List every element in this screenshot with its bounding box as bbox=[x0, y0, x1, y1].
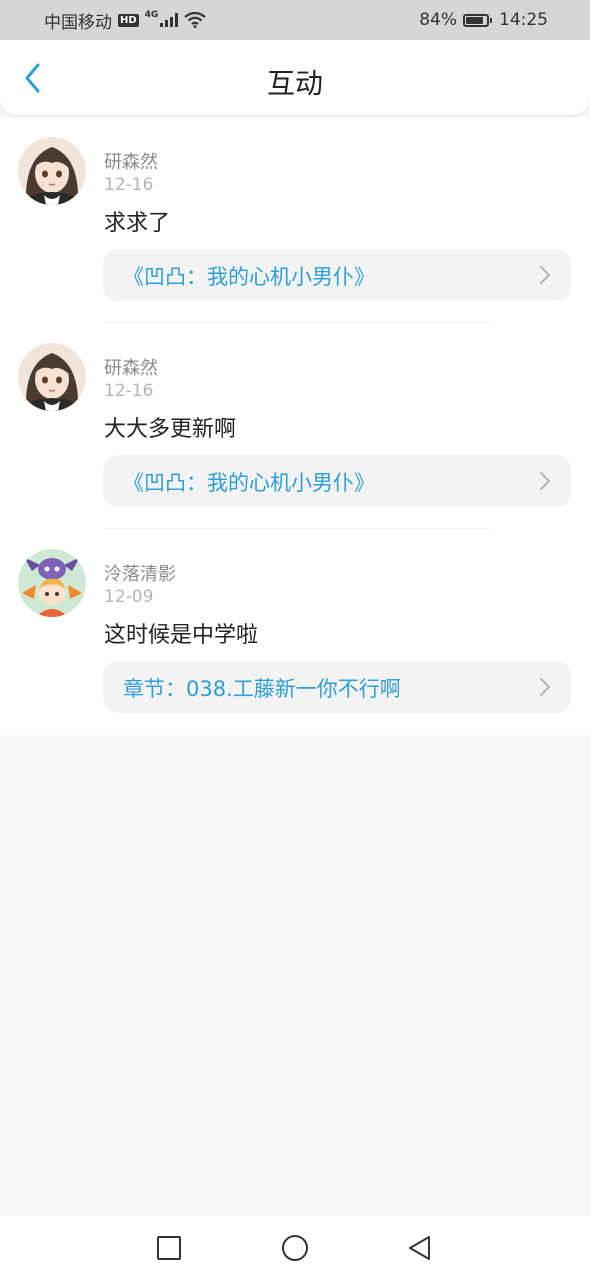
reference-title: 《凹凸：我的心机小男仆》 bbox=[123, 265, 375, 289]
book-reference-link[interactable]: 《凹凸：我的心机小男仆》 bbox=[103, 249, 571, 301]
clock: 14:25 bbox=[499, 10, 548, 30]
comment-text: 大大多更新啊 bbox=[104, 417, 237, 442]
avatar-anime-characters-image bbox=[18, 549, 86, 617]
signal-icon bbox=[160, 13, 179, 27]
network-type: 4G bbox=[144, 10, 159, 20]
comment-date: 12-16 bbox=[104, 381, 154, 401]
avatar-girl-image bbox=[18, 137, 86, 205]
chevron-right-icon bbox=[540, 678, 550, 696]
avatar[interactable] bbox=[18, 343, 86, 411]
battery-icon bbox=[463, 13, 492, 27]
comment-date: 12-09 bbox=[104, 587, 154, 607]
nav-back-button[interactable] bbox=[405, 1233, 435, 1263]
comment-text: 求求了 bbox=[104, 211, 171, 236]
chevron-right-icon bbox=[540, 472, 550, 490]
reference-title: 《凹凸：我的心机小男仆》 bbox=[123, 471, 375, 495]
username: 研森然 bbox=[104, 152, 158, 173]
recents-button[interactable] bbox=[154, 1233, 184, 1263]
battery-fill bbox=[466, 16, 483, 24]
page-title: 互动 bbox=[266, 67, 323, 100]
wifi-icon bbox=[184, 12, 207, 28]
system-nav-bar bbox=[0, 1216, 590, 1280]
reference-title: 章节：038.工藤新一你不行啊 bbox=[123, 677, 401, 701]
header: 互动 bbox=[0, 40, 590, 115]
battery-percent: 84% bbox=[419, 10, 457, 30]
comment-list: 研森然 12-16 求求了 《凹凸：我的心机小男仆》 研森然 12-16 大大多… bbox=[0, 117, 590, 735]
chapter-reference-link[interactable]: 章节：038.工藤新一你不行啊 bbox=[103, 661, 571, 713]
book-reference-link[interactable]: 《凹凸：我的心机小男仆》 bbox=[103, 455, 571, 507]
screen: 中国移动 HD 4G 84% 14:25 互动 研森然 12-16 求求了 《凹… bbox=[0, 0, 590, 1280]
status-left: 中国移动 HD 4G bbox=[44, 8, 207, 33]
hd-badge: HD bbox=[118, 13, 139, 27]
avatar[interactable] bbox=[18, 549, 86, 617]
comment-item: 研森然 12-16 求求了 《凹凸：我的心机小男仆》 bbox=[0, 117, 590, 323]
status-right: 84% 14:25 bbox=[419, 10, 548, 30]
comment-text: 这时候是中学啦 bbox=[104, 623, 259, 648]
comment-date: 12-16 bbox=[104, 175, 154, 195]
chevron-right-icon bbox=[540, 266, 550, 284]
username: 研森然 bbox=[104, 358, 158, 379]
home-button[interactable] bbox=[280, 1233, 310, 1263]
username: 泠落清影 bbox=[104, 564, 176, 585]
status-bar: 中国移动 HD 4G 84% 14:25 bbox=[0, 0, 590, 40]
avatar[interactable] bbox=[18, 137, 86, 205]
comment-item: 泠落清影 12-09 这时候是中学啦 章节：038.工藤新一你不行啊 bbox=[0, 529, 590, 735]
avatar-girl-image bbox=[18, 343, 86, 411]
triangle-back-icon bbox=[409, 1236, 430, 1260]
square-icon bbox=[157, 1236, 181, 1260]
comment-item: 研森然 12-16 大大多更新啊 《凹凸：我的心机小男仆》 bbox=[0, 323, 590, 529]
carrier-name: 中国移动 bbox=[44, 12, 112, 33]
circle-icon bbox=[282, 1235, 308, 1261]
